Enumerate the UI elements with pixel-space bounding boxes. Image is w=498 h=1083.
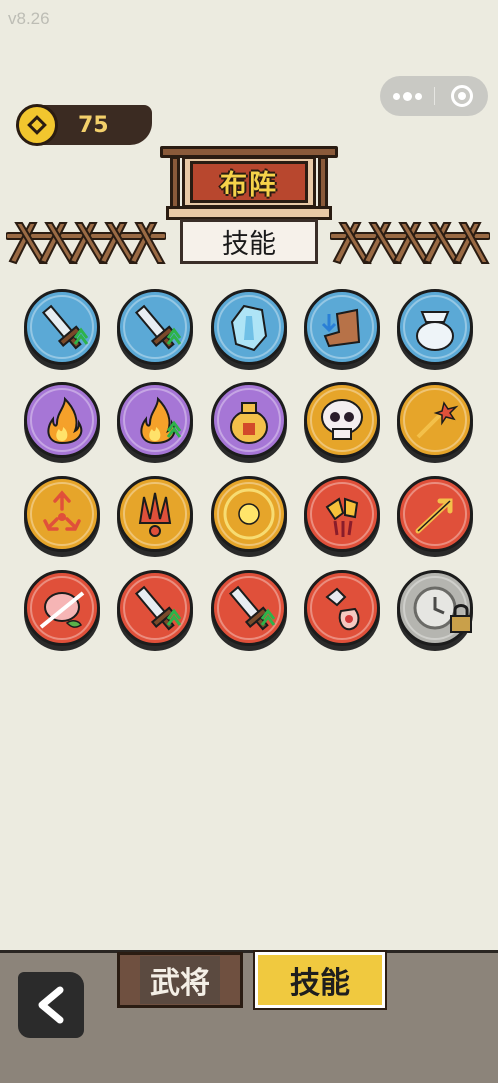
skill-boot-down[interactable] <box>304 289 380 365</box>
money-bag-icon <box>230 402 268 444</box>
fence-right-icon <box>330 222 490 265</box>
version-label: v8.26 <box>8 9 50 28</box>
fire-upgrade-icon <box>140 396 182 445</box>
tab-skills[interactable]: 技能 <box>253 950 387 1010</box>
close-icon[interactable] <box>435 85 488 107</box>
skull-icon <box>321 399 363 440</box>
skill-slash-peach[interactable] <box>24 570 100 646</box>
coin-amount: 75 <box>78 113 109 138</box>
fence-left-icon <box>6 222 166 265</box>
skill-fire-upgrade[interactable] <box>117 382 193 458</box>
sword-upgrade-red-icon <box>134 585 182 631</box>
tab-skills-label: 技能 <box>290 966 350 1001</box>
purple-sword-speed-icon <box>134 304 182 350</box>
skill-treasure-bag[interactable] <box>397 289 473 365</box>
mini-program-capsule[interactable] <box>380 76 488 116</box>
skill-arrow-explode[interactable] <box>397 382 473 458</box>
skill-money-bag[interactable] <box>211 382 287 458</box>
skill-claw-burst[interactable] <box>117 476 193 552</box>
claw-burst-icon <box>138 492 172 537</box>
tab-general[interactable]: 武将 <box>117 952 243 1008</box>
chevron-left-icon <box>38 986 64 1024</box>
skill-double-arrow[interactable] <box>397 476 473 552</box>
skill-sword-upgrade[interactable] <box>24 289 100 365</box>
lock-icon <box>443 602 477 636</box>
section-title: 技能 <box>180 219 318 264</box>
skill-triple-arrow[interactable] <box>24 476 100 552</box>
sign-title: 布阵 <box>190 161 308 203</box>
skill-purple-sword-red[interactable] <box>211 570 287 646</box>
crystal-claw-icon <box>325 497 359 537</box>
triple-arrow-icon <box>43 490 81 531</box>
poison-bottle-icon <box>325 587 360 631</box>
boot-down-icon <box>321 308 361 348</box>
skill-crystal-claw[interactable] <box>304 476 380 552</box>
fire-icon <box>47 396 83 445</box>
back-button[interactable] <box>18 972 84 1038</box>
skill-sun-compass[interactable] <box>211 476 287 552</box>
tab-general-label: 武将 <box>140 956 220 1004</box>
skill-ice-crystal[interactable] <box>211 289 287 365</box>
ice-crystal-icon <box>230 304 268 352</box>
arrow-explode-icon <box>416 401 459 439</box>
currency-display: 75 <box>16 101 152 148</box>
skill-fire[interactable] <box>24 382 100 458</box>
double-arrow-icon <box>415 498 453 534</box>
sword-upgrade-icon <box>41 304 89 350</box>
skill-skull[interactable] <box>304 382 380 458</box>
skill-poison-bottle[interactable] <box>304 570 380 646</box>
slash-peach-icon <box>39 591 85 629</box>
coin-icon <box>16 104 58 146</box>
sun-compass-icon <box>223 488 275 540</box>
skill-sword-upgrade-red[interactable] <box>117 570 193 646</box>
more-icon[interactable] <box>380 91 434 101</box>
formation-sign: 布阵 <box>160 146 338 222</box>
purple-sword-red-icon <box>228 585 276 631</box>
treasure-bag-icon <box>416 311 454 351</box>
skill-purple-sword-speed[interactable] <box>117 289 193 365</box>
